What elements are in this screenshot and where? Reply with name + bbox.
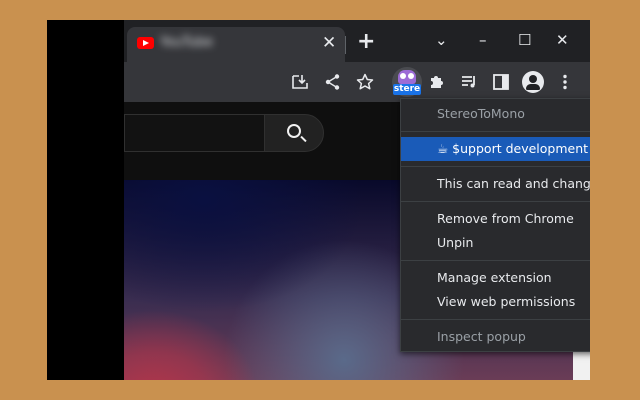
search-input[interactable] [124, 114, 264, 152]
menu-separator [401, 201, 590, 202]
youtube-favicon-icon [137, 37, 154, 49]
menu-separator [401, 260, 590, 261]
tab-separator [345, 36, 346, 54]
menu-item-inspect-popup: Inspect popup [437, 329, 526, 344]
menu-header-extension-name: StereoToMono [437, 106, 525, 121]
extensions-puzzle-icon[interactable] [426, 71, 448, 93]
tab-search-icon[interactable]: ⌄ [435, 31, 448, 49]
tab-close-icon[interactable]: ✕ [322, 35, 336, 52]
new-tab-button[interactable]: + [357, 31, 375, 53]
share-icon[interactable] [322, 71, 344, 93]
search-icon [287, 124, 301, 138]
reading-list-icon[interactable] [458, 71, 480, 93]
profile-avatar-icon[interactable] [522, 71, 544, 93]
more-menu-icon[interactable] [554, 71, 576, 93]
menu-item-view-web-permissions[interactable]: View web permissions [401, 290, 590, 314]
minimize-button[interactable]: – [479, 31, 487, 49]
menu-item-site-data-label: This can read and change site data [437, 176, 590, 191]
menu-item-unpin[interactable]: Unpin [401, 231, 590, 255]
bookmark-star-icon[interactable] [354, 71, 376, 93]
close-window-button[interactable]: ✕ [556, 31, 569, 49]
extension-context-menu: StereoToMono ☕ $upport development ☕ Thi… [400, 98, 590, 352]
tab-title: YouTube [160, 35, 213, 50]
extension-badge: stere [393, 84, 421, 95]
stereotomono-extension-button[interactable]: stere [392, 67, 422, 97]
menu-separator [401, 166, 590, 167]
menu-separator [401, 319, 590, 320]
menu-item-manage-extension[interactable]: Manage extension [401, 266, 590, 290]
tab-strip: YouTube ✕ + ⌄ – ☐ ✕ [124, 20, 590, 62]
tab-youtube[interactable]: YouTube ✕ [127, 27, 345, 62]
side-panel-icon[interactable] [490, 71, 512, 93]
install-app-icon[interactable] [289, 71, 311, 93]
menu-item-site-data[interactable]: This can read and change site data [401, 172, 590, 196]
menu-separator [401, 131, 590, 132]
menu-item-remove-from-chrome[interactable]: Remove from Chrome [401, 207, 590, 231]
desktop-black-area [47, 20, 124, 380]
menu-item-support-development[interactable]: ☕ $upport development ☕ [401, 137, 590, 161]
screen-frame: YouTube ✕ + ⌄ – ☐ ✕ stere StereoToMono ☕… [47, 20, 590, 380]
search-button[interactable] [264, 114, 324, 152]
browser-toolbar: stere [124, 62, 590, 102]
maximize-button[interactable]: ☐ [518, 31, 531, 49]
browser-window: YouTube ✕ + ⌄ – ☐ ✕ stere StereoToMono ☕… [124, 20, 590, 380]
stereotomono-extension-icon [398, 70, 416, 84]
